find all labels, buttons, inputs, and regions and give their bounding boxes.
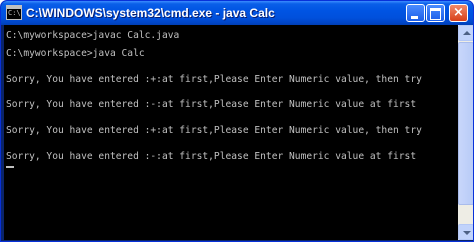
- console-line: C:\myworkspace>javac Calc.java: [6, 30, 180, 41]
- console-line: Sorry, You have entered :+:at first,Plea…: [6, 74, 422, 85]
- cmd-icon[interactable]: C:\: [6, 5, 22, 20]
- scroll-up-button[interactable]: [458, 25, 473, 41]
- maximize-button[interactable]: [426, 4, 445, 22]
- close-button[interactable]: ×: [449, 4, 468, 22]
- console-line: Sorry, You have entered :+:at first,Plea…: [6, 125, 422, 136]
- console-output[interactable]: C:\myworkspace>javac Calc.java C:\mywork…: [4, 25, 458, 240]
- scrollbar-thumb[interactable]: [458, 42, 473, 205]
- arrow-up-icon: [463, 31, 471, 35]
- title-bar[interactable]: C:\ C:\WINDOWS\system32\cmd.exe - java C…: [1, 1, 473, 25]
- scroll-down-button[interactable]: [458, 224, 473, 240]
- console-line: C:\myworkspace>java Calc: [6, 48, 145, 59]
- cmd-icon-prompt: C:\: [8, 9, 21, 17]
- vertical-scrollbar[interactable]: [458, 25, 473, 240]
- window-title: C:\WINDOWS\system32\cmd.exe - java Calc: [26, 6, 275, 20]
- minimize-button[interactable]: [406, 4, 425, 22]
- arrow-down-icon: [463, 231, 471, 235]
- console-line: Sorry, You have entered :-:at first,Plea…: [6, 151, 417, 162]
- text-cursor: [6, 166, 14, 168]
- console-line: Sorry, You have entered :-:at first,Plea…: [6, 99, 417, 110]
- close-icon: ×: [453, 5, 464, 20]
- cmd-window: C:\ C:\WINDOWS\system32\cmd.exe - java C…: [0, 0, 474, 242]
